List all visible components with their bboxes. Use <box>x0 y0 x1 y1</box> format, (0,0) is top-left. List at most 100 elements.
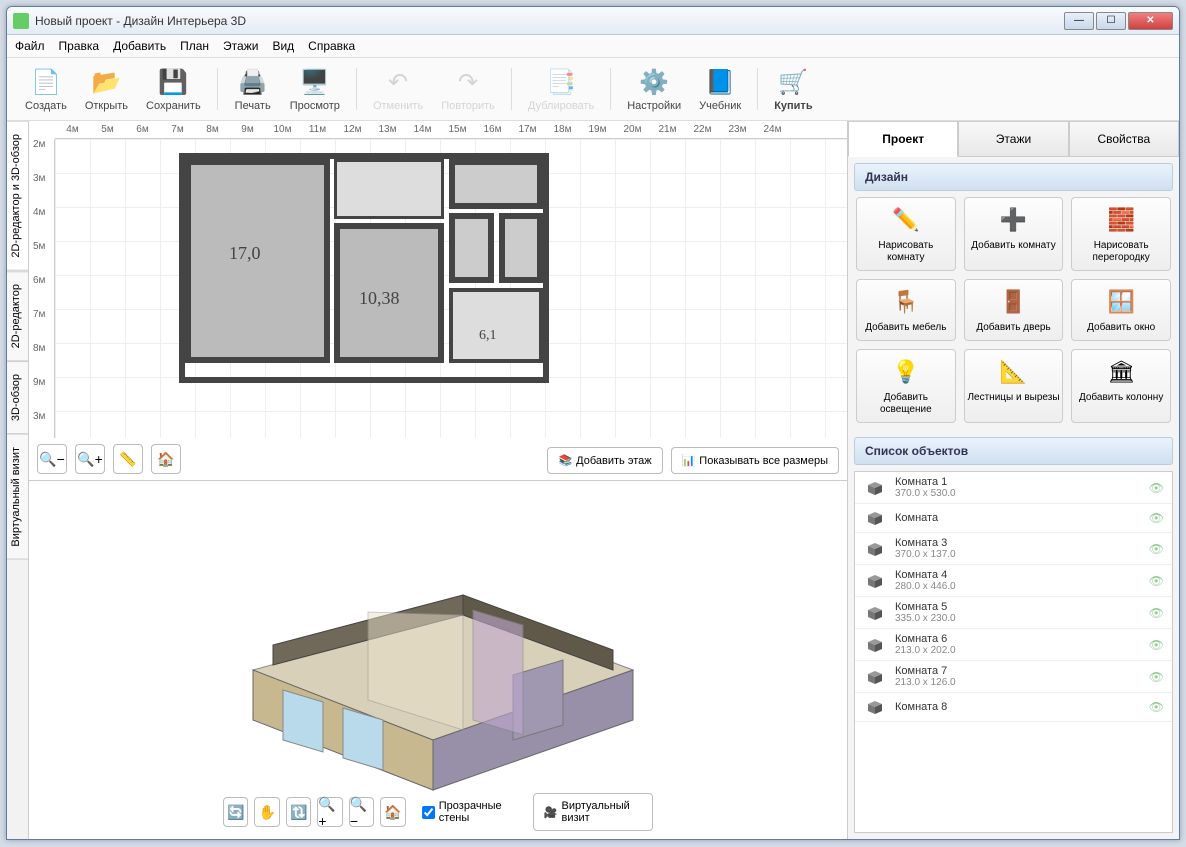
Сохранить-icon: 💾 <box>157 66 189 98</box>
design-buttons: ✏️Нарисовать комнату➕Добавить комнату🧱На… <box>848 197 1179 431</box>
design-Нарисовать-комнату[interactable]: ✏️Нарисовать комнату <box>856 197 956 271</box>
visibility-icon[interactable]: 👁 <box>1149 511 1164 525</box>
visibility-icon[interactable]: 👁 <box>1149 574 1164 588</box>
toolbar-Просмотр[interactable]: 🖥️Просмотр <box>282 64 348 114</box>
minimize-button[interactable]: — <box>1064 12 1094 30</box>
icon: ✏️ <box>890 204 922 236</box>
object-item[interactable]: Комната 1370.0 x 530.0👁 <box>855 472 1172 504</box>
design-Лестницы-и-вырезы[interactable]: 📐Лестницы и вырезы <box>964 349 1064 423</box>
titlebar: Новый проект - Дизайн Интерьера 3D — ☐ ✕ <box>7 7 1179 35</box>
toolbar-Дублировать: 📑Дублировать <box>520 64 602 114</box>
icon: 💡 <box>890 356 922 388</box>
rotate-360-button[interactable]: 🔄 <box>223 797 248 827</box>
zoom-out-3d-button[interactable]: 🔍− <box>349 797 374 827</box>
object-item[interactable]: Комната 8👁 <box>855 693 1172 722</box>
icon: 🪟 <box>1105 286 1137 318</box>
transparent-walls-checkbox[interactable]: Прозрачные стены <box>422 800 517 824</box>
panel-tab-Свойства[interactable]: Свойства <box>1069 121 1179 157</box>
orbit-button[interactable]: 🔃 <box>286 797 311 827</box>
Учебник-icon: 📘 <box>704 66 736 98</box>
visibility-icon[interactable]: 👁 <box>1149 670 1164 684</box>
cube-icon <box>863 539 887 559</box>
toolbar-Сохранить[interactable]: 💾Сохранить <box>138 64 209 114</box>
toolbar-Учебник[interactable]: 📘Учебник <box>691 64 749 114</box>
house-3d-render <box>213 520 663 800</box>
cube-icon <box>863 508 887 528</box>
vtab-3[interactable]: Виртуальный визит <box>7 434 28 560</box>
zoom-out-button[interactable]: 🔍− <box>37 444 67 474</box>
toolbar-Купить[interactable]: 🛒Купить <box>766 64 820 114</box>
home-button[interactable]: 🏠 <box>151 444 181 474</box>
toolbar-Создать[interactable]: 📄Создать <box>17 64 75 114</box>
menu-Добавить[interactable]: Добавить <box>113 39 166 53</box>
canvas-2d[interactable]: 4м5м6м7м8м9м10м11м12м13м14м15м16м17м18м1… <box>29 121 847 481</box>
design-header: Дизайн <box>854 163 1173 191</box>
tools-3d: 🔄 ✋ 🔃 🔍+ 🔍− 🏠 Прозрачные стены 🎥Виртуаль… <box>223 793 653 831</box>
menu-Этажи[interactable]: Этажи <box>223 39 258 53</box>
icon: ➕ <box>997 204 1029 236</box>
menu-Правка[interactable]: Правка <box>59 39 100 53</box>
menu-План[interactable]: План <box>180 39 209 53</box>
vtab-2[interactable]: 3D-обзор <box>7 361 28 434</box>
cube-icon <box>863 635 887 655</box>
maximize-button[interactable]: ☐ <box>1096 12 1126 30</box>
ruler-button[interactable]: 📏 <box>113 444 143 474</box>
visibility-icon[interactable]: 👁 <box>1149 638 1164 652</box>
zoom-in-button[interactable]: 🔍+ <box>75 444 105 474</box>
panel-tabs: ПроектЭтажиСвойства <box>848 121 1179 157</box>
toolbar-Открыть[interactable]: 📂Открыть <box>77 64 136 114</box>
object-item[interactable]: Комната 7213.0 x 126.0👁 <box>855 661 1172 693</box>
toolbar-Настройки[interactable]: ⚙️Настройки <box>619 64 689 114</box>
object-item[interactable]: Комната 6213.0 x 202.0👁 <box>855 629 1172 661</box>
toolbar-Отменить: ↶Отменить <box>365 64 431 114</box>
menu-Справка[interactable]: Справка <box>308 39 355 53</box>
object-item[interactable]: Комната 5335.0 x 230.0👁 <box>855 597 1172 629</box>
design-Добавить-колонну[interactable]: 🏛Добавить колонну <box>1071 349 1171 423</box>
object-list: Комната 1370.0 x 530.0👁Комната👁Комната 3… <box>854 471 1173 833</box>
floorplan[interactable]: 17,0 10,38 6,1 <box>179 153 549 383</box>
pan-button[interactable]: ✋ <box>255 797 280 827</box>
canvas-3d[interactable]: 🔄 ✋ 🔃 🔍+ 🔍− 🏠 Прозрачные стены 🎥Виртуаль… <box>29 481 847 839</box>
visibility-icon[interactable]: 👁 <box>1149 542 1164 556</box>
icon: 🧱 <box>1105 204 1137 236</box>
menu-Файл[interactable]: Файл <box>15 39 45 53</box>
virtual-visit-button[interactable]: 🎥Виртуальный визит <box>533 793 653 831</box>
app-icon <box>13 13 29 29</box>
room-area-a: 17,0 <box>229 243 261 264</box>
show-dimensions-button[interactable]: 📊Показывать все размеры <box>671 447 839 474</box>
panel-tab-Проект[interactable]: Проект <box>848 121 958 157</box>
design-Нарисовать-перегородку[interactable]: 🧱Нарисовать перегородку <box>1071 197 1171 271</box>
object-item[interactable]: Комната 4280.0 x 446.0👁 <box>855 565 1172 597</box>
design-Добавить-мебель[interactable]: 🪑Добавить мебель <box>856 279 956 341</box>
design-Добавить-окно[interactable]: 🪟Добавить окно <box>1071 279 1171 341</box>
toolbar-Печать[interactable]: 🖨️Печать <box>226 64 280 114</box>
icon: 📐 <box>997 356 1029 388</box>
Купить-icon: 🛒 <box>777 66 809 98</box>
main-toolbar: 📄Создать📂Открыть💾Сохранить 🖨️Печать🖥️Прос… <box>7 58 1179 121</box>
add-floor-button[interactable]: 📚Добавить этаж <box>547 447 662 474</box>
design-Добавить-освещение[interactable]: 💡Добавить освещение <box>856 349 956 423</box>
tools-2d: 🔍− 🔍+ 📏 🏠 <box>37 444 181 474</box>
Отменить-icon: ↶ <box>382 66 414 98</box>
window-title: Новый проект - Дизайн Интерьера 3D <box>35 14 1064 28</box>
home-3d-button[interactable]: 🏠 <box>380 797 405 827</box>
object-item[interactable]: Комната 3370.0 x 137.0👁 <box>855 533 1172 565</box>
view-tabs: 2D-редактор и 3D-обзор2D-редактор3D-обзо… <box>7 121 29 839</box>
close-button[interactable]: ✕ <box>1128 12 1173 30</box>
visibility-icon[interactable]: 👁 <box>1149 700 1164 714</box>
visibility-icon[interactable]: 👁 <box>1149 606 1164 620</box>
menubar: Файл Правка Добавить План Этажи Вид Справка <box>7 35 1179 58</box>
vtab-1[interactable]: 2D-редактор <box>7 271 28 361</box>
cube-icon <box>863 667 887 687</box>
zoom-in-3d-button[interactable]: 🔍+ <box>317 797 342 827</box>
vtab-0[interactable]: 2D-редактор и 3D-обзор <box>7 121 28 271</box>
Открыть-icon: 📂 <box>90 66 122 98</box>
panel-tab-Этажи[interactable]: Этажи <box>958 121 1068 157</box>
room-area-b: 10,38 <box>359 288 400 309</box>
menu-Вид[interactable]: Вид <box>272 39 294 53</box>
design-Добавить-дверь[interactable]: 🚪Добавить дверь <box>964 279 1064 341</box>
visibility-icon[interactable]: 👁 <box>1149 481 1164 495</box>
object-item[interactable]: Комната👁 <box>855 504 1172 533</box>
cube-icon <box>863 697 887 717</box>
design-Добавить-комнату[interactable]: ➕Добавить комнату <box>964 197 1064 271</box>
